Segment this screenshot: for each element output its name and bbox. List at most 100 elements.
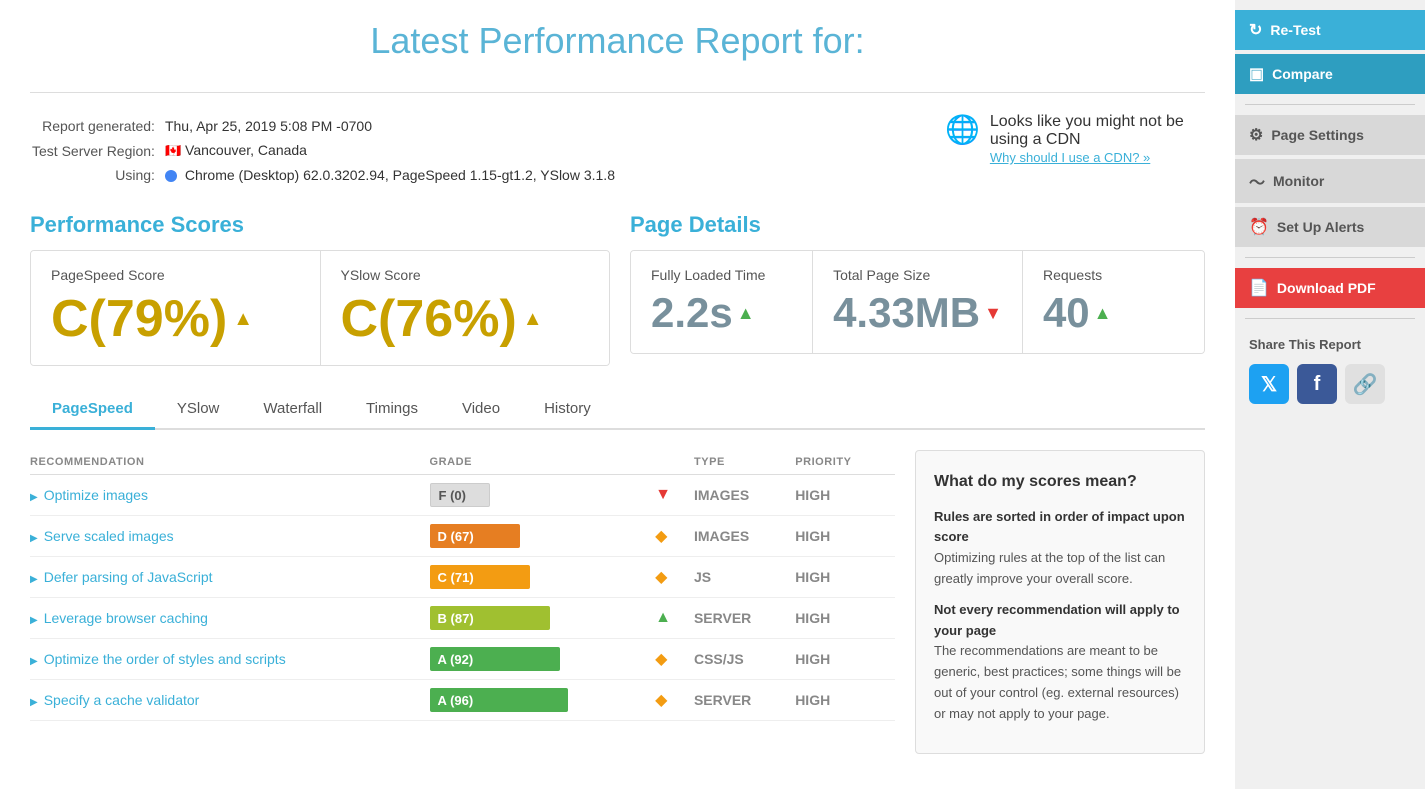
col-recommendation: RECOMMENDATION [30,450,430,475]
facebook-share-button[interactable]: f [1297,364,1337,404]
page-settings-button[interactable]: ⚙ Page Settings [1235,115,1425,155]
cdn-link[interactable]: Why should I use a CDN? » [990,150,1150,165]
tab-history[interactable]: History [522,390,613,430]
page-title: Latest Performance Report for: [30,20,1205,62]
requests-label: Requests [1043,267,1184,283]
rec-name-link[interactable]: Defer parsing of JavaScript [44,569,213,585]
monitor-button[interactable]: 〜 Monitor [1235,159,1425,203]
info-para1-text: Optimizing rules at the top of the list … [934,550,1165,586]
setup-alerts-button[interactable]: ⏰ Set Up Alerts [1235,207,1425,247]
sidebar-divider-1 [1245,104,1415,105]
type-badge: CSS/JS [694,639,795,680]
rec-name-link[interactable]: Leverage browser caching [44,610,208,626]
twitter-icon: 𝕏 [1261,372,1277,397]
info-para1-strong: Rules are sorted in order of impact upon… [934,509,1185,545]
monitor-icon: 〜 [1249,169,1265,193]
page-size-label: Total Page Size [833,267,1002,283]
col-priority: PRIORITY [795,450,895,475]
report-meta-section: Report generated: Thu, Apr 25, 2019 5:08… [30,92,1205,188]
using-label: Using: [32,164,163,186]
requests-value: 40 ▲ [1043,289,1184,337]
priority-badge: HIGH [795,639,895,680]
twitter-share-button[interactable]: 𝕏 [1249,364,1289,404]
retest-button[interactable]: ↻ Re-Test [1235,10,1425,50]
page-details-section: Page Details Fully Loaded Time 2.2s ▲ To… [630,212,1205,366]
info-para2-text: The recommendations are meant to be gene… [934,643,1181,720]
grade-bar: D (67) [430,524,570,548]
grade-bar: B (87) [430,606,570,630]
page-size-arrow-icon: ▼ [984,303,1002,324]
pdf-icon: 📄 [1249,278,1269,298]
trend-icon: ◆ [655,569,667,586]
performance-scores-title: Performance Scores [30,212,610,238]
rec-name-link[interactable]: Specify a cache validator [44,692,200,708]
trend-icon: ◆ [655,651,667,668]
table-row: ▶Defer parsing of JavaScriptC (71)◆JSHIG… [30,557,895,598]
requests-arrow-icon: ▲ [1094,303,1112,324]
priority-badge: HIGH [795,475,895,516]
server-value: 🇨🇦 Vancouver, Canada [165,139,623,162]
chrome-icon [165,170,177,182]
sidebar: ↻ Re-Test ▣ Compare ⚙ Page Settings 〜 Mo… [1235,0,1425,789]
report-meta-left: Report generated: Thu, Apr 25, 2019 5:08… [30,113,625,188]
performance-scores-section: Performance Scores PageSpeed Score C(79%… [30,212,610,366]
generated-label: Report generated: [32,115,163,137]
detail-boxes: Fully Loaded Time 2.2s ▲ Total Page Size… [630,250,1205,354]
priority-badge: HIGH [795,516,895,557]
row-chevron-icon: ▶ [30,697,38,708]
cdn-notice: 🌐 Looks like you might not be using a CD… [945,113,1205,167]
tab-video[interactable]: Video [440,390,522,430]
share-icons: 𝕏 f 🔗 [1235,364,1425,404]
sidebar-divider-3 [1245,318,1415,319]
share-title: Share This Report [1235,329,1425,360]
table-panel-row: RECOMMENDATION GRADE TYPE PRIORITY ▶Opti… [30,450,1205,754]
compare-button[interactable]: ▣ Compare [1235,54,1425,94]
cdn-notice-text: Looks like you might not be using a CDN [990,113,1205,149]
info-panel: What do my scores mean? Rules are sorted… [915,450,1205,754]
col-trend [655,450,694,475]
tab-yslow[interactable]: YSlow [155,390,242,430]
score-boxes: PageSpeed Score C(79%) ▲ YSlow Score C(7… [30,250,610,366]
row-chevron-icon: ▶ [30,492,38,503]
download-pdf-button[interactable]: 📄 Download PDF [1235,268,1425,308]
priority-badge: HIGH [795,598,895,639]
grade-bar: F (0) [430,483,570,507]
page-size-value: 4.33MB ▼ [833,289,1002,337]
rec-name-link[interactable]: Optimize images [44,487,148,503]
yslow-score-label: YSlow Score [341,267,590,283]
info-para2: Not every recommendation will apply to y… [934,600,1186,725]
trend-icon: ◆ [655,692,667,709]
recommendations-table: RECOMMENDATION GRADE TYPE PRIORITY ▶Opti… [30,450,895,721]
trend-icon: ▼ [655,486,671,503]
rec-name-link[interactable]: Serve scaled images [44,528,174,544]
trend-icon: ▲ [655,609,671,626]
tab-pagespeed[interactable]: PageSpeed [30,390,155,430]
pagespeed-score-label: PageSpeed Score [51,267,300,283]
rec-name-link[interactable]: Optimize the order of styles and scripts [44,651,286,667]
alert-icon: ⏰ [1249,217,1269,237]
table-row: ▶Optimize imagesF (0)▼IMAGESHIGH [30,475,895,516]
server-label: Test Server Region: [32,139,163,162]
info-panel-title: What do my scores mean? [934,469,1186,495]
type-badge: JS [694,557,795,598]
loaded-time-arrow-icon: ▲ [737,303,755,324]
copy-link-button[interactable]: 🔗 [1345,364,1385,404]
type-badge: SERVER [694,598,795,639]
tab-waterfall[interactable]: Waterfall [241,390,344,430]
pagespeed-arrow-icon: ▲ [233,308,253,331]
table-row: ▶Specify a cache validatorA (96)◆SERVERH… [30,680,895,721]
loaded-time-value: 2.2s ▲ [651,289,792,337]
loaded-time-box: Fully Loaded Time 2.2s ▲ [631,251,813,353]
type-badge: SERVER [694,680,795,721]
yslow-arrow-icon: ▲ [523,308,543,331]
settings-icon: ⚙ [1249,125,1263,145]
tab-timings[interactable]: Timings [344,390,440,430]
pagespeed-score-box: PageSpeed Score C(79%) ▲ [31,251,321,365]
facebook-icon: f [1314,373,1321,396]
grade-bar: A (92) [430,647,570,671]
table-container: RECOMMENDATION GRADE TYPE PRIORITY ▶Opti… [30,450,895,721]
yslow-score-box: YSlow Score C(76%) ▲ [321,251,610,365]
generated-value: Thu, Apr 25, 2019 5:08 PM -0700 [165,115,623,137]
col-grade: GRADE [430,450,656,475]
sidebar-divider-2 [1245,257,1415,258]
